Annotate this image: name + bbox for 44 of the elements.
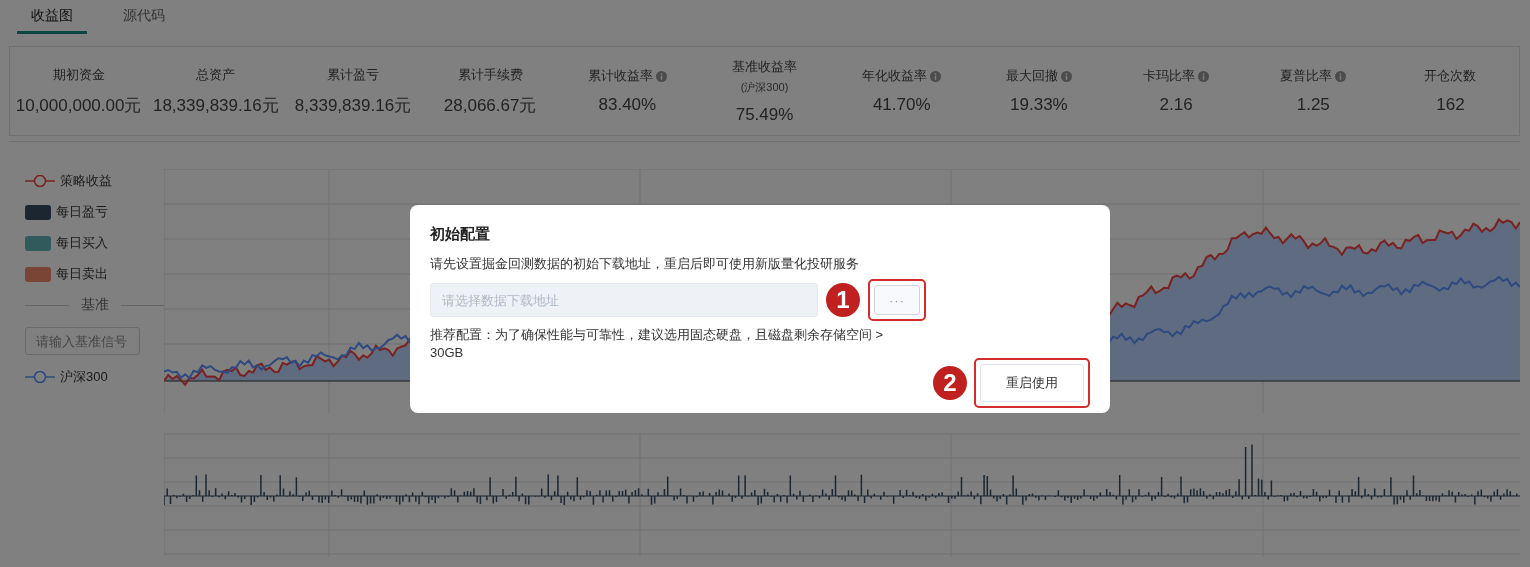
- stat-label: 年化收益率: [862, 67, 928, 85]
- stat-label: 期初资金: [52, 65, 105, 84]
- dialog-title: 初始配置: [430, 225, 491, 244]
- info-icon[interactable]: [1198, 70, 1210, 82]
- info-icon[interactable]: [1060, 70, 1072, 82]
- stat-label: 累计手续费: [457, 65, 523, 84]
- stat-value: 8,339,839.16元: [294, 94, 412, 117]
- legend-label[interactable]: 策略收益: [60, 172, 112, 190]
- stat-label: 累计盈亏: [326, 65, 379, 84]
- browse-button[interactable]: ···: [874, 285, 920, 315]
- stat-value: 41.70%: [872, 95, 931, 115]
- stat-value: 162: [1436, 95, 1465, 115]
- callout-number: 1: [826, 283, 860, 317]
- tab[interactable]: 收益图: [17, 0, 87, 34]
- stat-value: 75.49%: [735, 104, 794, 125]
- stat-value: 83.40%: [598, 95, 657, 115]
- info-icon[interactable]: [655, 70, 667, 82]
- path-input-field[interactable]: 请选择数据下载地址: [430, 283, 818, 317]
- stat-label: 基准收益率: [732, 57, 798, 76]
- stat-label: 夏普比率: [1280, 67, 1333, 85]
- stat-label: 累计收益率: [587, 67, 653, 85]
- stat-label: 开仓次数: [1424, 67, 1477, 85]
- tab[interactable]: 源代码: [109, 0, 179, 34]
- legend-label[interactable]: 每日卖出: [56, 265, 108, 283]
- legend-label[interactable]: 沪深300: [60, 368, 108, 386]
- stat-sublabel: (沪深300): [740, 79, 789, 95]
- dialog-description: 请先设置掘金回测数据的初始下载地址，重启后即可使用新版量化投研服务: [430, 255, 860, 273]
- callout-number: 2: [933, 366, 967, 400]
- legend-label[interactable]: 每日买入: [56, 234, 108, 252]
- stat-value: 28,066.67元: [443, 94, 537, 117]
- stat-value: 1.25: [1296, 95, 1330, 115]
- stat-label: 总资产: [196, 65, 236, 84]
- stat-value: 2.16: [1159, 95, 1193, 115]
- section-divider-label: 基准: [80, 296, 109, 314]
- stat-value: 10,000,000.00元: [15, 94, 142, 117]
- restart-button[interactable]: 重启使用: [980, 364, 1084, 402]
- stat-label: 最大回撤: [1005, 67, 1058, 85]
- recommendation-note: 推荐配置：为了确保性能与可靠性，建议选用固态硬盘，且磁盘剩余存储空间 > 30GB: [430, 326, 885, 362]
- info-icon[interactable]: [1335, 70, 1347, 82]
- legend-label[interactable]: 每日盈亏: [56, 203, 108, 221]
- stat-label: 卡玛比率: [1143, 67, 1196, 85]
- stat-value: 18,339,839.16元: [152, 94, 279, 117]
- stat-value: 19.33%: [1010, 95, 1068, 115]
- info-icon[interactable]: [930, 70, 942, 82]
